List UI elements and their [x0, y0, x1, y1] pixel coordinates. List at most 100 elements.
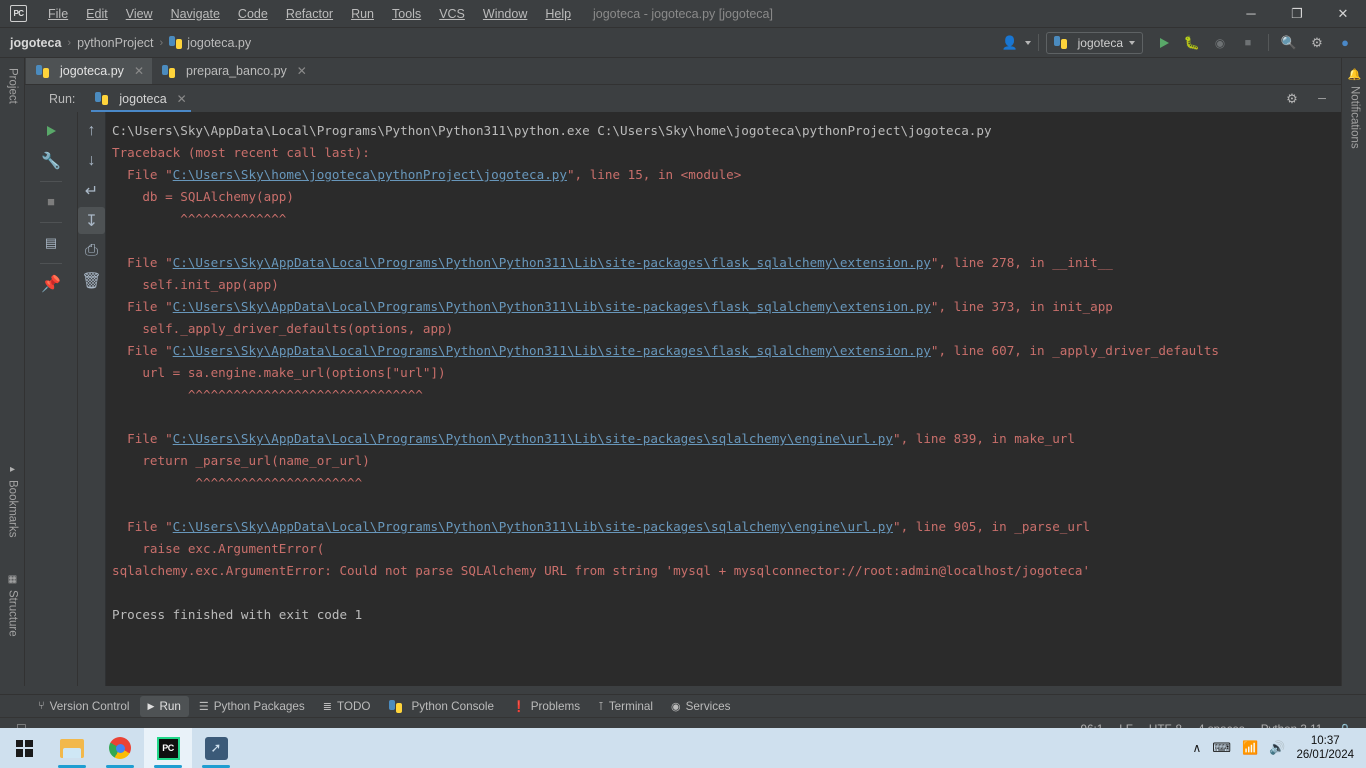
editor-tab-close-1[interactable]: ✕ — [134, 64, 144, 78]
rerun-button[interactable] — [38, 117, 65, 144]
minimize-button[interactable]: ─ — [1228, 0, 1274, 28]
menu-edit[interactable]: Edit — [77, 3, 117, 25]
frame-path-link-6[interactable]: C:\Users\Sky\AppData\Local\Programs\Pyth… — [173, 519, 893, 534]
branch-icon: ⑂ — [38, 700, 45, 712]
tool-todo[interactable]: ≣ TODO — [315, 696, 379, 717]
sidebar-item-bookmarks[interactable]: ▸ Bookmarks — [0, 458, 25, 544]
menu-view[interactable]: View — [117, 3, 162, 25]
run-tool-body: 🔧 ■ ▤ 📌 ↑ ↓ ↵ ↧ ⎙ 🗑 C:\Users\Sky\AppData… — [25, 112, 1341, 686]
file-explorer-button[interactable] — [48, 728, 96, 768]
run-tool-window: Run: jogoteca ✕ ⚙ ─ 🔧 ■ ▤ 📌 ↑ ↓ ↵ ↧ ⎙ 🗑 … — [25, 85, 1341, 686]
console-output[interactable]: C:\Users\Sky\AppData\Local\Programs\Pyth… — [106, 112, 1341, 686]
scroll-up-button[interactable]: ↑ — [78, 117, 105, 144]
editor-tab-jogoteca[interactable]: jogoteca.py ✕ — [26, 58, 152, 84]
run-button[interactable] — [1151, 31, 1177, 55]
settings-button[interactable]: ⚙ — [1304, 31, 1330, 55]
tool-run[interactable]: ▶ Run — [139, 695, 189, 717]
title-bar: PC File Edit View Navigate Code Refactor… — [0, 0, 1366, 28]
pin-tab-button[interactable]: 📌 — [38, 270, 65, 297]
frame-code-2: self.init_app(app) — [112, 277, 279, 292]
tool-python-console[interactable]: Python Console — [381, 696, 503, 717]
tray-chevron-up-icon[interactable]: ∧ — [1193, 741, 1202, 755]
search-everywhere-button[interactable]: 🔍 — [1276, 31, 1302, 55]
tool-services[interactable]: ◉ Services — [663, 696, 738, 717]
bug-icon: 🐛 — [1183, 34, 1201, 50]
ai-assistant-button[interactable]: ● — [1332, 31, 1358, 55]
python-file-icon — [169, 36, 183, 49]
hide-tool-window-button[interactable]: ─ — [1309, 87, 1335, 111]
run-tab-python-icon — [95, 92, 109, 105]
tray-wifi-icon[interactable]: 📶 — [1242, 740, 1258, 756]
maximize-button[interactable]: ❐ — [1274, 0, 1320, 28]
print-button[interactable]: ⎙ — [78, 237, 105, 264]
frame-path-link-1[interactable]: C:\Users\Sky\home\jogoteca\pythonProject… — [173, 167, 567, 182]
clear-all-button[interactable]: 🗑 — [78, 267, 105, 294]
menu-run[interactable]: Run — [342, 3, 383, 25]
menu-code[interactable]: Code — [229, 3, 277, 25]
frame-suffix-4: ", line 607, in _apply_driver_defaults — [930, 343, 1220, 358]
modify-run-configuration-button[interactable]: 🔧 — [38, 147, 65, 174]
tool-version-control[interactable]: ⑂ Version Control — [30, 696, 138, 717]
problems-icon: ❗ — [512, 700, 526, 713]
sidebar-item-project[interactable]: Project — [0, 62, 25, 110]
menu-navigate[interactable]: Navigate — [162, 3, 229, 25]
tool-problems[interactable]: ❗ Problems — [504, 696, 588, 717]
breadcrumb-file[interactable]: jogoteca.py — [169, 36, 251, 50]
menu-vcs[interactable]: VCS — [430, 3, 474, 25]
breadcrumb-project[interactable]: jogoteca — [10, 36, 61, 50]
layout-settings-button[interactable]: ▤ — [38, 229, 65, 256]
tray-keyboard-icon[interactable]: ⌨ — [1212, 740, 1231, 756]
breadcrumb-folder[interactable]: pythonProject — [77, 36, 153, 50]
run-header-controls: ⚙ ─ — [1279, 87, 1341, 111]
tray-volume-icon[interactable]: 🔊 — [1269, 740, 1285, 756]
sidebar-item-notifications[interactable]: 🔔 Notifications — [1342, 62, 1366, 155]
account-icon[interactable]: 👤 — [997, 31, 1023, 55]
run-settings-button[interactable]: ⚙ — [1279, 87, 1305, 111]
run-tab-close-icon[interactable]: ✕ — [177, 92, 187, 106]
rerun-play-icon — [46, 125, 56, 136]
menu-help[interactable]: Help — [536, 3, 580, 25]
frame-file-kw-2: File " — [127, 255, 173, 270]
clock-time: 10:37 — [1310, 735, 1340, 747]
start-button[interactable] — [0, 728, 48, 768]
workbench-button[interactable]: ➚ — [192, 728, 240, 768]
menu-refactor[interactable]: Refactor — [277, 3, 342, 25]
chrome-button[interactable] — [96, 728, 144, 768]
editor-tab-close-2[interactable]: ✕ — [297, 64, 307, 78]
stop-button[interactable]: ■ — [1235, 31, 1261, 55]
frame-path-link-3[interactable]: C:\Users\Sky\AppData\Local\Programs\Pyth… — [173, 299, 931, 314]
right-tool-strip: 🔔 Notifications — [1341, 58, 1366, 686]
frame-path-link-2[interactable]: C:\Users\Sky\AppData\Local\Programs\Pyth… — [173, 255, 931, 270]
scroll-down-button[interactable]: ↓ — [78, 147, 105, 174]
frame-path-link-4[interactable]: C:\Users\Sky\AppData\Local\Programs\Pyth… — [173, 343, 931, 358]
frame-path-link-5[interactable]: C:\Users\Sky\AppData\Local\Programs\Pyth… — [173, 431, 893, 446]
sidebar-item-structure[interactable]: ▦ Structure — [0, 568, 25, 643]
frame-code-6: raise exc.ArgumentError( — [112, 541, 325, 556]
python-console-icon — [388, 699, 402, 713]
run-configuration-selector[interactable]: jogoteca — [1045, 31, 1143, 54]
run-tab-jogoteca[interactable]: jogoteca ✕ — [89, 86, 192, 112]
menu-window[interactable]: Window — [474, 3, 536, 25]
menu-tools[interactable]: Tools — [383, 3, 430, 25]
menu-code-label: Code — [237, 6, 268, 21]
tool-terminal[interactable]: ⊺ Terminal — [590, 696, 661, 717]
debug-button[interactable]: 🐛 — [1179, 31, 1205, 55]
services-icon: ◉ — [671, 700, 681, 713]
close-button[interactable]: ✕ — [1320, 0, 1366, 28]
account-chevron-down-icon[interactable] — [1024, 40, 1031, 45]
frame-file-kw-1: File " — [127, 167, 173, 182]
menu-file[interactable]: File — [39, 3, 77, 25]
frame-suffix-3: ", line 373, in init_app — [930, 299, 1113, 314]
workbench-icon: ➚ — [204, 736, 228, 760]
run-with-coverage-button[interactable]: ◉ — [1207, 31, 1233, 55]
taskbar-clock[interactable]: 10:37 26/01/2024 — [1296, 734, 1354, 762]
scroll-to-end-button[interactable]: ↧ — [78, 207, 105, 234]
run-actions-gutter: 🔧 ■ ▤ 📌 — [25, 112, 78, 686]
tool-python-packages[interactable]: ☰ Python Packages — [191, 696, 313, 717]
tool-run-label: Run — [159, 699, 181, 713]
pycharm-button[interactable]: PC — [144, 728, 192, 768]
terminal-icon: ⊺ — [598, 700, 604, 713]
editor-tab-prepara-banco[interactable]: prepara_banco.py ✕ — [152, 58, 315, 84]
stop-process-button[interactable]: ■ — [38, 188, 65, 215]
soft-wrap-button[interactable]: ↵ — [78, 177, 105, 204]
